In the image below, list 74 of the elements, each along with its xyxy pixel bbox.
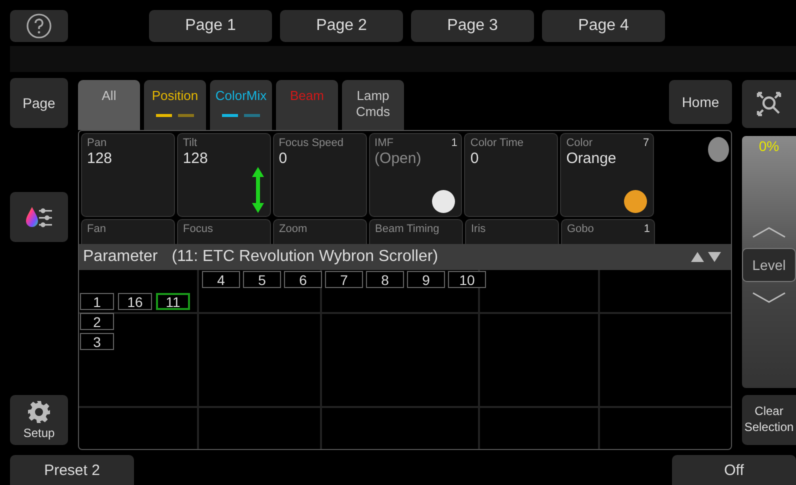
channel-cell[interactable]: 16	[118, 293, 152, 310]
encoder-tile[interactable]: Focus Speed 0	[272, 133, 367, 217]
encoder-value: 0	[470, 150, 479, 167]
off-button[interactable]: Off	[672, 455, 796, 485]
encoder-tile[interactable]: Tilt 128	[176, 133, 271, 217]
setup-button[interactable]: Setup	[10, 395, 68, 445]
level-fader[interactable]: 0% Level	[742, 136, 796, 388]
encoder-tile[interactable]: Color 7 Orange	[560, 133, 654, 217]
column-header[interactable]: 7	[325, 271, 363, 288]
encoder-tile[interactable]: Pan 128	[81, 133, 175, 217]
encoder-tile[interactable]: Iris	[465, 219, 559, 244]
encoder-tile[interactable]: IMF 1 (Open)	[368, 133, 462, 217]
chevron-up-icon	[752, 226, 786, 238]
page-button[interactable]: Page	[10, 78, 68, 128]
encoder-label: Beam Timing	[375, 223, 440, 235]
fader-label: Level	[742, 248, 796, 282]
preset-button[interactable]: Preset 2	[10, 455, 134, 485]
encoder-label: Zoom	[279, 223, 308, 235]
encoder-value: (Open)	[374, 150, 422, 167]
encoder-label: Focus Speed	[278, 137, 344, 149]
toggle-dot[interactable]	[708, 137, 730, 162]
encoder-value: 128	[87, 150, 112, 167]
channel-cell[interactable]: 3	[80, 333, 114, 350]
zoom-fit-icon	[755, 90, 783, 118]
category-tab[interactable]: ColorMix	[210, 80, 272, 130]
category-tab[interactable]: Lamp Cmds	[342, 80, 404, 130]
encoder-label: Gobo	[567, 223, 594, 235]
level-reading: 0%	[758, 138, 780, 154]
zoom-fit-button[interactable]	[742, 80, 796, 128]
chevron-down-icon	[752, 292, 786, 304]
up-down-arrows-icon[interactable]	[691, 252, 721, 262]
column-header[interactable]: 8	[366, 271, 404, 288]
encoder-label: Focus	[183, 223, 213, 235]
home-button[interactable]: Home	[669, 80, 732, 124]
category-tab[interactable]: All	[78, 80, 140, 130]
encoder-label: Pan	[87, 137, 107, 149]
encoder-count: 1	[644, 223, 650, 235]
encoder-tile[interactable]: Color Time 0	[464, 133, 558, 217]
column-header[interactable]: 4	[202, 271, 240, 288]
column-header[interactable]: 9	[407, 271, 445, 288]
encoder-tile[interactable]: Fan	[81, 219, 175, 244]
encoder-label: Color Time	[470, 137, 524, 149]
page-button[interactable]: Page 3	[411, 10, 534, 42]
column-header[interactable]: 10	[448, 271, 486, 288]
column-header[interactable]: 6	[284, 271, 322, 288]
parameter-target: (11: ETC Revolution Wybron Scroller)	[172, 248, 438, 266]
encoder-label: Tilt	[182, 137, 198, 149]
encoder-label: Fan	[87, 223, 106, 235]
clear-selection-button[interactable]: Clear Selection	[742, 395, 796, 445]
encoder-label: Iris	[471, 223, 486, 235]
encoder-tile[interactable]: Gobo 1	[561, 219, 655, 244]
encoder-value: Orange	[566, 150, 616, 167]
channel-cell[interactable]: 1	[80, 293, 114, 310]
settings-icon	[27, 400, 51, 424]
column-header[interactable]: 5	[243, 271, 281, 288]
page-button[interactable]: Page 2	[280, 10, 403, 42]
encoder-tile[interactable]: Beam Timing	[369, 219, 463, 244]
encoder-count: 7	[642, 137, 650, 149]
parameter-label: Parameter	[83, 248, 158, 266]
encoder-tile[interactable]: Zoom	[273, 219, 367, 244]
help-icon	[26, 13, 52, 39]
page-button[interactable]: Page 4	[542, 10, 665, 42]
encoder-label: Color	[566, 137, 593, 149]
encoder-value: 128	[182, 150, 208, 167]
page-button[interactable]: Page 1	[149, 10, 272, 42]
category-tab[interactable]: Position	[144, 80, 206, 130]
encoder-tile[interactable]: Focus	[177, 219, 271, 244]
encoder-value: 0	[278, 150, 288, 167]
channel-cell[interactable]: 11	[156, 293, 190, 310]
encoder-count: 1	[451, 137, 458, 149]
encoder-label: IMF	[374, 137, 394, 149]
help-button[interactable]	[10, 10, 68, 42]
color-picker-button[interactable]	[10, 192, 68, 242]
channel-cell[interactable]: 2	[80, 313, 114, 330]
